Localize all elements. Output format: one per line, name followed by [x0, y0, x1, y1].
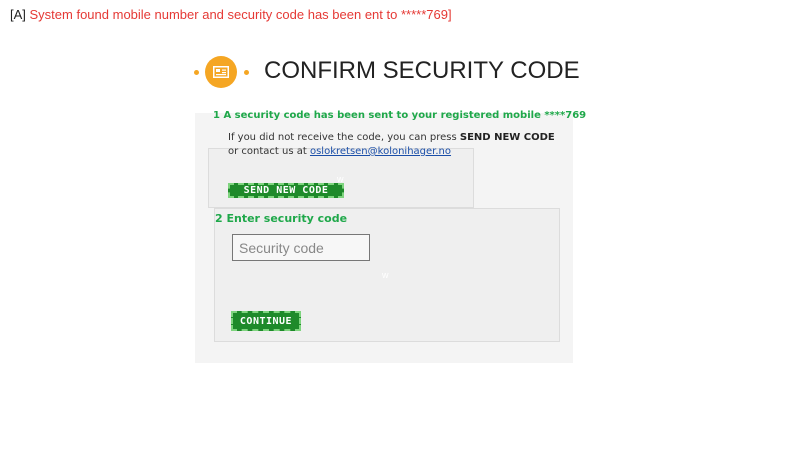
stray-mark: w — [382, 270, 389, 280]
step1-label: 1 A security code has been sent to your … — [213, 110, 587, 121]
security-code-input[interactable] — [232, 234, 370, 261]
step1-description: If you did not receive the code, you can… — [228, 131, 558, 159]
header-dot-right — [244, 70, 249, 75]
annotation-message: System found mobile number and security … — [29, 7, 452, 22]
step1-text-bold: SEND NEW CODE — [459, 132, 555, 143]
step1-text-middle: or contact us at — [228, 146, 310, 157]
annotation-prefix: [A] — [10, 7, 30, 22]
header-dot-left — [194, 70, 199, 75]
stray-mark: w — [337, 174, 344, 184]
page-title: CONFIRM SECURITY CODE — [264, 57, 580, 84]
step1-text-before: If you did not receive the code, you can… — [228, 132, 460, 143]
id-card-icon — [205, 56, 237, 88]
step2-label: 2 Enter security code — [215, 212, 348, 225]
continue-button[interactable]: CONTINUE — [231, 311, 301, 331]
contact-email-link[interactable]: oslokretsen@kolonihager.no — [310, 146, 451, 157]
annotation-note: [A] System found mobile number and secur… — [10, 7, 452, 22]
send-new-code-button[interactable]: SEND NEW CODE — [228, 183, 344, 198]
